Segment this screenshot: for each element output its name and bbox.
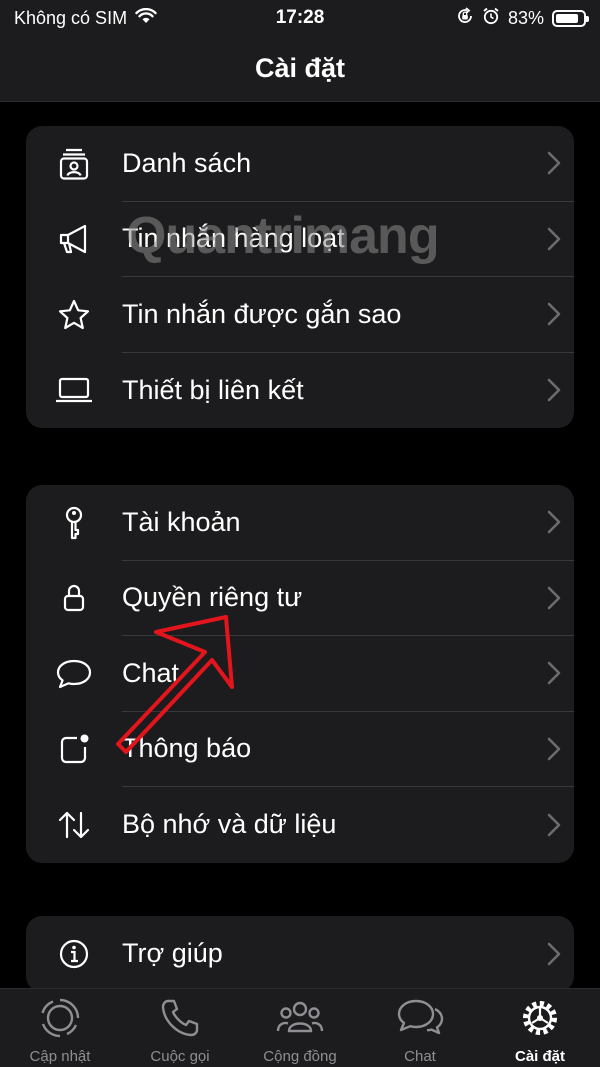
chevron-right-icon (534, 227, 574, 251)
settings-screen: Không có SIM 17:28 83% Cài đặt Danh sách… (0, 0, 600, 1067)
chevron-right-icon (534, 813, 574, 837)
status-icon (39, 997, 81, 1044)
chevron-right-icon (534, 737, 574, 761)
chevron-right-icon (534, 586, 574, 610)
page-title: Cài đặt (254, 53, 346, 83)
tab-updates[interactable]: Cập nhật (0, 997, 120, 1065)
settings-item-label: Tin nhắn được gắn sao (122, 298, 402, 329)
settings-item-label: Tài khoản (122, 506, 241, 537)
carrier-text: Không có SIM (14, 7, 128, 28)
settings-item-label: Trợ giúp (122, 938, 223, 969)
laptop-icon (26, 353, 122, 429)
battery-icon (552, 9, 589, 27)
sort-arrows-icon (26, 787, 122, 863)
settings-group-account: Tài khoản Quyền riêng tư Chat Thông báo … (26, 485, 574, 863)
info-icon (26, 916, 122, 988)
community-icon (275, 997, 325, 1044)
settings-item-linked-devices[interactable]: Thiết bị liên kết (26, 353, 574, 429)
settings-item-chats[interactable]: Chat (26, 636, 574, 712)
phone-icon (159, 997, 201, 1044)
settings-item-label: Tin nhắn hàng loạt (122, 223, 345, 254)
notification-icon (26, 712, 122, 788)
settings-list[interactable]: Danh sách Tin nhắn hàng loạt Tin nhắn đư… (0, 103, 600, 988)
tab-communities[interactable]: Cộng đồng (240, 997, 360, 1065)
battery-percent: 83% (507, 7, 544, 28)
battery-fill (556, 13, 578, 23)
tab-label: Cài đặt (514, 1048, 565, 1065)
tab-label: Cộng đồng (263, 1048, 337, 1065)
settings-group-help: Trợ giúp (26, 916, 574, 988)
tab-calls[interactable]: Cuộc gọi (120, 997, 240, 1065)
star-icon (26, 277, 122, 353)
chat-bubble-icon (26, 636, 122, 712)
settings-item-label: Bộ nhớ và dữ liệu (122, 809, 337, 840)
settings-item-broadcast[interactable]: Tin nhắn hàng loạt (26, 202, 574, 278)
settings-item-help[interactable]: Trợ giúp (26, 916, 574, 988)
alarm-icon (482, 7, 500, 30)
settings-gear-icon (519, 997, 561, 1044)
settings-item-label: Danh sách (122, 147, 252, 178)
chevron-right-icon (534, 661, 574, 685)
settings-item-label: Thông báo (122, 733, 252, 764)
tab-bar: Cập nhật Cuộc gọi Cộng đồng Chat Cài đặt (0, 988, 600, 1067)
settings-group-features: Danh sách Tin nhắn hàng loạt Tin nhắn đư… (26, 126, 574, 428)
tab-settings[interactable]: Cài đặt (480, 997, 600, 1065)
settings-item-notifications[interactable]: Thông báo (26, 712, 574, 788)
chevron-right-icon (534, 510, 574, 534)
chevron-right-icon (534, 942, 574, 966)
wifi-icon (135, 7, 157, 29)
settings-item-privacy[interactable]: Quyền riêng tư (26, 561, 574, 637)
chats-icon (395, 997, 445, 1044)
chevron-right-icon (534, 302, 574, 326)
settings-item-lists[interactable]: Danh sách (26, 126, 574, 202)
key-icon (26, 485, 122, 561)
settings-item-storage[interactable]: Bộ nhớ và dữ liệu (26, 787, 574, 863)
settings-item-label: Chat (122, 657, 180, 688)
orientation-lock-icon (456, 6, 474, 30)
lock-icon (26, 561, 122, 637)
settings-item-starred[interactable]: Tin nhắn được gắn sao (26, 277, 574, 353)
settings-item-account[interactable]: Tài khoản (26, 485, 574, 561)
list-icon (26, 126, 122, 202)
settings-item-label: Thiết bị liên kết (122, 374, 304, 405)
status-bar: Không có SIM 17:28 83% (0, 0, 600, 36)
tab-label: Cuộc gọi (150, 1048, 210, 1065)
tab-chats[interactable]: Chat (360, 997, 480, 1065)
tab-label: Chat (404, 1048, 436, 1065)
navigation-bar: Cài đặt (0, 36, 600, 102)
settings-item-label: Quyền riêng tư (122, 582, 303, 613)
chevron-right-icon (534, 151, 574, 175)
megaphone-icon (26, 202, 122, 278)
tab-label: Cập nhật (29, 1048, 91, 1065)
chevron-right-icon (534, 378, 574, 402)
